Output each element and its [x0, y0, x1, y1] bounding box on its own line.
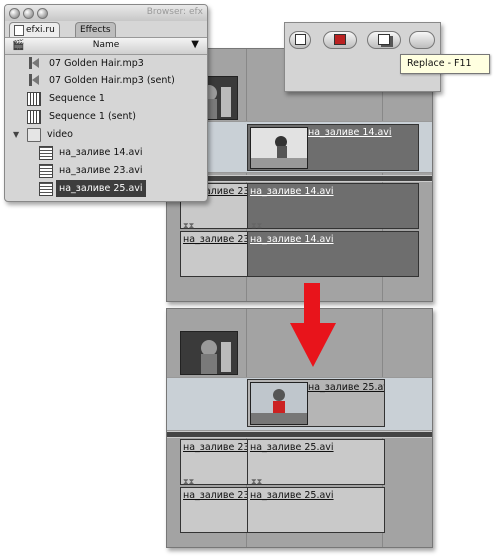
- list-item-label: Sequence 1 (sent): [49, 111, 136, 122]
- minimize-window-button[interactable]: [23, 8, 34, 19]
- browser-window: Browser: efx efxi.ru Effects 🎬 Name ▼ 07…: [4, 4, 208, 202]
- tab-efxi-label: efxi.ru: [26, 25, 55, 35]
- list-item-label: на_заливе 14.avi: [59, 147, 143, 158]
- disclosure-triangle-icon[interactable]: ▼: [13, 126, 19, 143]
- list-item[interactable]: Sequence 1 (sent): [5, 108, 207, 125]
- audio-clip-a2-right[interactable]: на_заливе 14.avi: [247, 231, 419, 277]
- video-audio-separator: [167, 431, 432, 438]
- link-indicator-icon: ⧗⧗: [183, 477, 195, 486]
- audio-clip-a2-left[interactable]: на_заливе 23.: [180, 231, 248, 277]
- link-indicator-icon: ⧗⧗: [251, 477, 263, 486]
- link-indicator-icon: ⧗⧗: [251, 221, 263, 230]
- clip-thumbnail-v2[interactable]: [180, 331, 238, 375]
- audio-clip-a1-right[interactable]: на_заливе 25.avi: [247, 439, 385, 485]
- list-item[interactable]: на_заливе 23.avi: [5, 162, 207, 179]
- list-item-selected[interactable]: на_заливе 25.avi: [5, 180, 207, 197]
- clip-thumbnail: [250, 382, 308, 425]
- list-item-label: Sequence 1: [49, 93, 105, 104]
- video-clip-v1[interactable]: на_заливе 14.avi: [247, 124, 419, 171]
- insert-edit-button[interactable]: [289, 31, 311, 49]
- clip-name: на_заливе 23.: [183, 490, 248, 501]
- project-icon: [14, 25, 24, 36]
- audio-clip-a2-right[interactable]: на_заливе 25.avi: [247, 487, 385, 533]
- browser-window-title: Browser: efx: [146, 7, 203, 17]
- name-column-label: Name: [92, 40, 120, 50]
- audio-clip-icon: [29, 74, 44, 86]
- list-item[interactable]: Sequence 1: [5, 90, 207, 107]
- sort-triangle-icon[interactable]: ▼: [191, 39, 199, 50]
- arrow-down-icon: [290, 283, 336, 367]
- tab-effects[interactable]: Effects: [75, 22, 116, 37]
- list-item-label: 07 Golden Hair.mp3 (sent): [49, 75, 175, 86]
- name-column-header[interactable]: 🎬 Name ▼: [5, 37, 207, 55]
- overwrite-edit-button[interactable]: [323, 31, 357, 49]
- list-item[interactable]: 07 Golden Hair.mp3: [5, 55, 207, 72]
- fit-to-fill-button[interactable]: [409, 31, 435, 49]
- clip-name: на_заливе 25.avi: [250, 442, 334, 453]
- close-window-button[interactable]: [9, 8, 20, 19]
- sequence-icon: [27, 92, 41, 106]
- list-item[interactable]: 07 Golden Hair.mp3 (sent): [5, 72, 207, 89]
- browser-titlebar[interactable]: Browser: efx: [5, 5, 207, 21]
- overwrite-icon: [334, 33, 346, 45]
- video-clip-icon: [39, 164, 53, 178]
- clip-name: на_заливе 14.avi: [250, 234, 334, 245]
- clip-name: на_заливе 23.: [183, 234, 248, 245]
- zoom-window-button[interactable]: [37, 8, 48, 19]
- clip-name: на_заливе 25.avi: [250, 490, 334, 501]
- clip-name: на_заливе 25.avi: [308, 382, 385, 393]
- sequence-icon: [27, 110, 41, 124]
- folder-icon: [27, 128, 41, 142]
- list-item-label: 07 Golden Hair.mp3: [49, 58, 144, 69]
- audio-clip-a2-left[interactable]: на_заливе 23.: [180, 487, 248, 533]
- clip-name: на_заливе 23.: [183, 442, 248, 453]
- list-item-label: на_заливе 25.avi: [56, 180, 146, 197]
- list-item[interactable]: на_заливе 14.avi: [5, 144, 207, 161]
- clip-name: на_заливе 14.avi: [250, 186, 334, 197]
- replace-edit-button[interactable]: [367, 31, 401, 49]
- audio-clip-a1-right[interactable]: на_заливе 14.avi: [247, 183, 419, 229]
- video-clip-icon: [39, 146, 53, 160]
- link-indicator-icon: ⧗⧗: [183, 221, 195, 230]
- list-item-label: video: [47, 129, 73, 140]
- video-clip-v1[interactable]: на_заливе 25.avi: [247, 379, 385, 427]
- list-item[interactable]: ▼ video: [5, 126, 207, 143]
- audio-clip-icon: [29, 57, 44, 69]
- tab-effects-label: Effects: [80, 25, 111, 35]
- replace-tooltip: Replace - F11: [400, 54, 490, 74]
- video-clip-icon: [39, 182, 53, 196]
- insert-icon: [294, 33, 306, 45]
- list-item-label: на_заливе 23.avi: [59, 165, 143, 176]
- clip-name: на_заливе 14.avi: [308, 127, 392, 138]
- tab-efxi[interactable]: efxi.ru: [9, 22, 60, 37]
- replace-icon: [378, 33, 390, 45]
- clip-thumbnail: [250, 127, 308, 169]
